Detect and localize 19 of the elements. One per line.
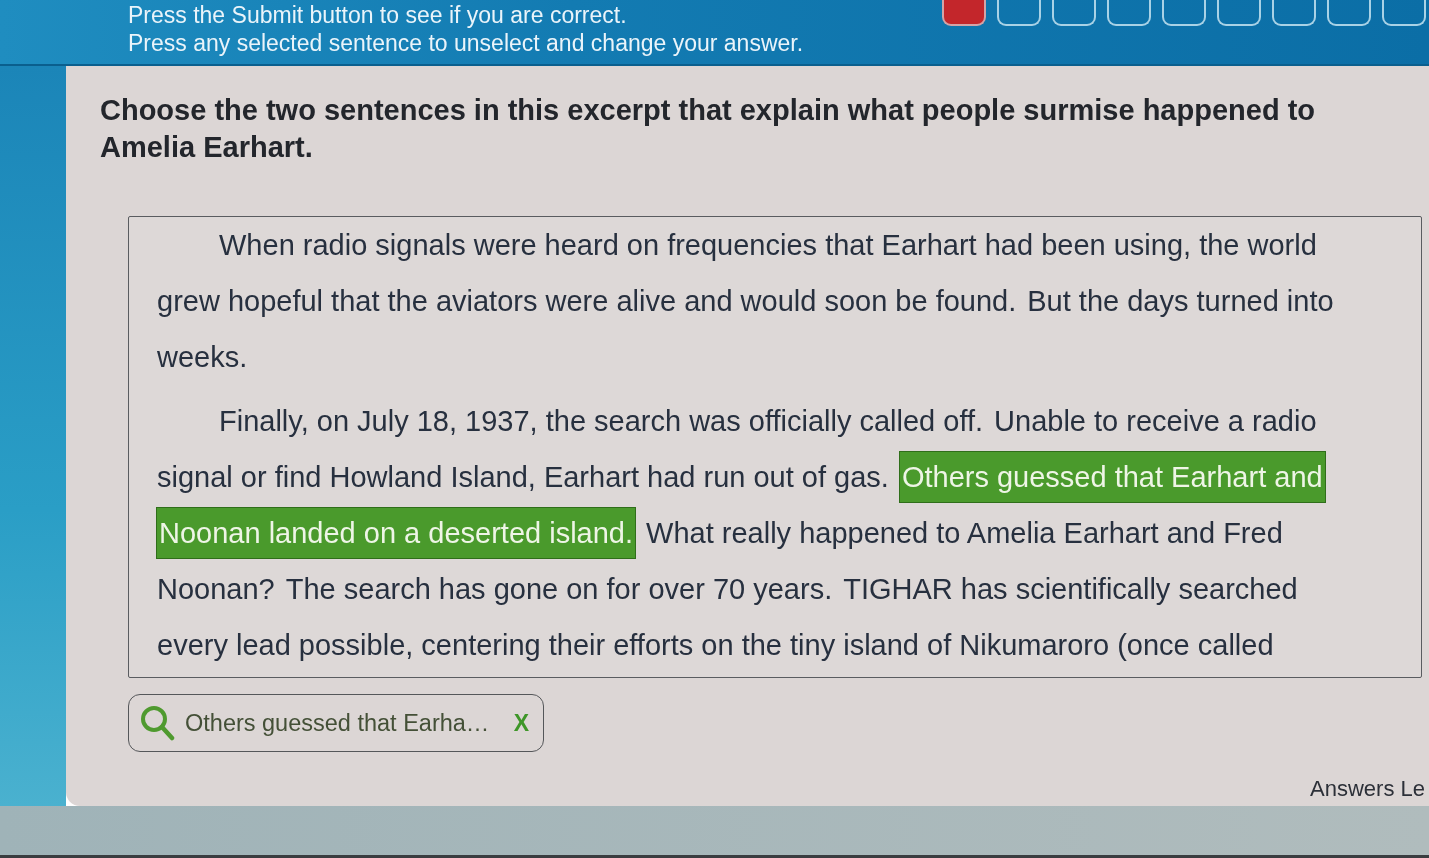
search-icon	[139, 705, 175, 741]
sentence[interactable]: TIGHAR has scientifically searched	[843, 566, 1298, 612]
sentence[interactable]: grew hopeful that the aviators were alive and would soon be found.	[157, 278, 1017, 324]
sentence[interactable]: Unable to receive a radio	[994, 398, 1317, 444]
sentence[interactable]: Finally, on July 18, 1937, the search was officially called off.	[219, 398, 984, 444]
sentence[interactable]: Noonan?	[157, 566, 275, 612]
sentence[interactable]: What really happened to Amelia Earhart and Fred	[646, 510, 1283, 556]
selection-chip[interactable]: Others guessed that Earha… X	[128, 694, 544, 752]
sentence[interactable]: But the days turned into	[1027, 278, 1334, 324]
sentence[interactable]: When radio signals were heard on frequencies that Earhart had been using, the world	[219, 222, 1317, 268]
instruction-text: Press any selected sentence to unselect and change your answer.	[128, 29, 805, 57]
sentence[interactable]: The search has gone on for over 70 years.	[285, 566, 833, 612]
instruction-text: Press the Submit button to see if you are correct.	[128, 1, 628, 29]
answers-label: Answers Le	[1310, 776, 1425, 802]
sentence[interactable]: every lead possible, centering their efforts on the tiny island of Nikumaroro (once called	[157, 622, 1274, 668]
chip-text: Others guessed that Earha…	[185, 709, 490, 737]
question-text: Choose the two sentences in this excerpt that explain what people surmise happened to Amelia Earhart.	[100, 93, 1317, 165]
sentence[interactable]: weeks.	[157, 334, 248, 380]
sentence[interactable]: signal or find Howland Island, Earhart had run out of gas.	[157, 454, 889, 500]
